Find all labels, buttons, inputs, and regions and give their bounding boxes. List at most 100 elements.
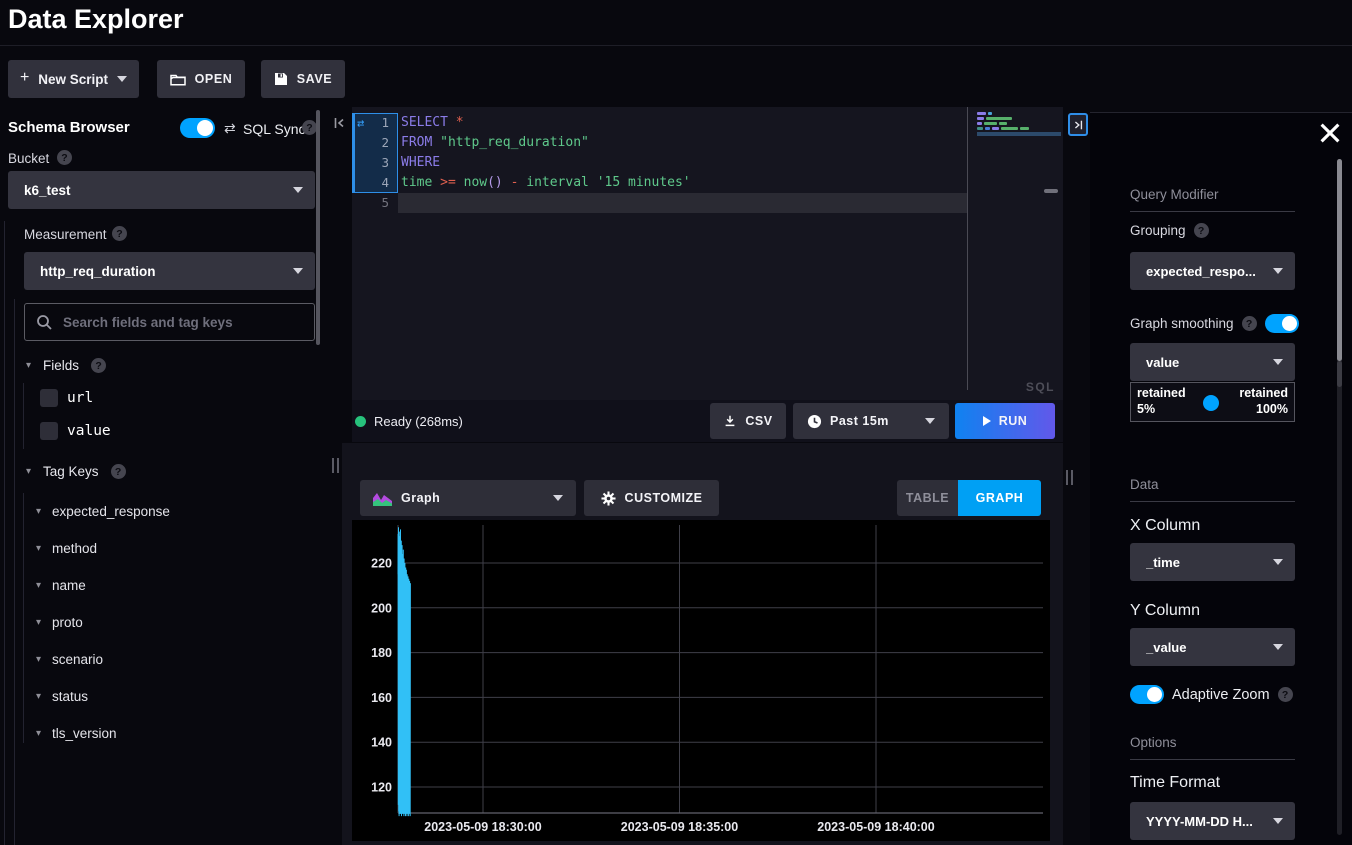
- field-item[interactable]: value: [24, 414, 111, 447]
- help-icon[interactable]: ?: [1242, 316, 1257, 331]
- adaptive-zoom-label: Adaptive Zoom: [1172, 687, 1270, 703]
- graph-view-button[interactable]: GRAPH: [958, 480, 1041, 516]
- chevron-down-icon[interactable]: ▾: [36, 617, 41, 628]
- bucket-dropdown[interactable]: k6_test: [8, 171, 315, 209]
- retained-slider-knob[interactable]: [1203, 395, 1219, 411]
- time-range-button[interactable]: Past 15m: [793, 403, 949, 439]
- data-explorer-app: Data Explorer + New Script OPEN SAVE Sch…: [0, 0, 1352, 845]
- help-icon[interactable]: ?: [1278, 687, 1293, 702]
- panel-scrollbar-thumb[interactable]: [1337, 159, 1342, 361]
- sql-sync-label: SQL Sync: [243, 121, 306, 137]
- expand-panel-button[interactable]: [1068, 113, 1088, 136]
- y-column-value: _value: [1146, 640, 1273, 655]
- play-icon: [983, 416, 991, 426]
- search-input[interactable]: [24, 303, 315, 341]
- field-checkbox[interactable]: [40, 422, 58, 440]
- chevron-down-icon: [1273, 268, 1283, 274]
- editor-code[interactable]: SELECT *FROM "http_req_duration"WHEREtim…: [398, 113, 691, 213]
- line-number: ⇄1: [352, 113, 398, 133]
- graph-smoothing-label: Graph smoothing: [1130, 316, 1234, 331]
- retained-slider: retained 5% retained 100%: [1130, 382, 1295, 422]
- svg-text:2023-05-09 18:35:00: 2023-05-09 18:35:00: [621, 820, 738, 834]
- left-splitter-handle[interactable]: [332, 458, 339, 473]
- chevron-down-icon[interactable]: ▾: [36, 543, 41, 554]
- time-format-dropdown[interactable]: YYYY-MM-DD H...: [1130, 802, 1295, 840]
- help-icon[interactable]: ?: [1194, 223, 1209, 238]
- y-column-dropdown[interactable]: _value: [1130, 628, 1295, 666]
- svg-text:120: 120: [371, 781, 392, 795]
- sql-sync-toggle[interactable]: [180, 118, 215, 138]
- chevron-down-icon[interactable]: ▾: [36, 654, 41, 665]
- y-column-label: Y Column: [1130, 602, 1295, 620]
- smoothing-column-dropdown[interactable]: value: [1130, 343, 1295, 381]
- tag-key-item[interactable]: ▾proto: [24, 604, 170, 641]
- tag-key-item[interactable]: ▾method: [24, 530, 170, 567]
- code-line[interactable]: time >= now() - interval '15 minutes': [398, 173, 691, 193]
- language-badge: SQL: [1026, 380, 1055, 394]
- minimap-separator: [967, 107, 968, 390]
- editor-gutter: ⇄12345: [352, 113, 398, 213]
- code-line[interactable]: SELECT *: [398, 113, 691, 133]
- x-column-dropdown[interactable]: _time: [1130, 543, 1295, 581]
- field-label: url: [67, 390, 93, 406]
- chevron-down-icon: [293, 187, 303, 193]
- editor-minimap[interactable]: [977, 112, 1063, 136]
- grouping-dropdown[interactable]: expected_respo...: [1130, 252, 1295, 290]
- tag-key-item[interactable]: ▾expected_response: [24, 493, 170, 530]
- new-script-button[interactable]: + New Script: [8, 60, 139, 98]
- fields-section-header[interactable]: ▾ Fields ?: [26, 358, 106, 373]
- save-label: SAVE: [297, 72, 333, 86]
- chevron-down-icon[interactable]: ▾: [36, 691, 41, 702]
- chevron-down-icon[interactable]: ▾: [36, 580, 41, 591]
- close-icon[interactable]: [1318, 121, 1342, 145]
- table-view-button[interactable]: TABLE: [897, 480, 958, 516]
- graph-canvas[interactable]: 2202001801601401202023-05-09 18:30:00202…: [352, 520, 1050, 841]
- table-label: TABLE: [906, 491, 949, 505]
- help-icon[interactable]: ?: [91, 358, 106, 373]
- tag-key-item[interactable]: ▾ status: [24, 678, 170, 715]
- chevron-down-icon[interactable]: ▾: [36, 728, 41, 739]
- help-icon[interactable]: ?: [111, 464, 126, 479]
- open-button[interactable]: OPEN: [157, 60, 245, 98]
- fields-label: Fields: [43, 358, 79, 373]
- csv-download-button[interactable]: CSV: [710, 403, 786, 439]
- chevron-down-icon[interactable]: ▾: [26, 466, 31, 477]
- chevron-down-icon[interactable]: ▾: [36, 506, 41, 517]
- chevron-down-icon[interactable]: ▾: [26, 360, 31, 371]
- sql-editor[interactable]: ⇄12345 SELECT *FROM "http_req_duration"W…: [352, 107, 1063, 400]
- help-icon[interactable]: ?: [112, 226, 127, 241]
- right-splitter-handle[interactable]: [1066, 470, 1073, 485]
- adaptive-zoom-toggle[interactable]: [1130, 685, 1164, 704]
- code-line[interactable]: WHERE: [398, 153, 691, 173]
- chevron-down-icon: [1273, 359, 1283, 365]
- code-line[interactable]: FROM "http_req_duration": [398, 133, 691, 153]
- field-item[interactable]: url: [24, 381, 111, 414]
- chevron-down-icon: [293, 268, 303, 274]
- help-icon[interactable]: ?: [302, 120, 317, 135]
- measurement-dropdown[interactable]: http_req_duration: [24, 252, 315, 290]
- save-button[interactable]: SAVE: [261, 60, 345, 98]
- run-button[interactable]: RUN: [955, 403, 1055, 439]
- line-number: 2: [352, 133, 398, 153]
- code-line[interactable]: [398, 193, 691, 213]
- expand-right-icon: [1072, 119, 1084, 131]
- help-icon[interactable]: ?: [57, 150, 72, 165]
- tag-key-item[interactable]: ▾name: [24, 567, 170, 604]
- save-icon: [274, 72, 288, 86]
- field-checkbox[interactable]: [40, 389, 58, 407]
- graph-type-dropdown[interactable]: Graph: [360, 480, 576, 516]
- tag-keys-section-header[interactable]: ▾ Tag Keys ?: [26, 464, 126, 479]
- tag-key-label: status: [52, 689, 88, 704]
- time-range-label: Past 15m: [830, 414, 889, 428]
- graph-smoothing-toggle[interactable]: [1265, 314, 1299, 333]
- sidebar-scrollbar[interactable]: [316, 110, 320, 345]
- tag-key-item[interactable]: ▾scenario: [24, 641, 170, 678]
- folder-icon: [170, 73, 186, 86]
- minimap-scroll-indicator[interactable]: [1044, 189, 1058, 193]
- customize-button[interactable]: CUSTOMIZE: [584, 480, 719, 516]
- tag-key-item[interactable]: ▾tls_version: [24, 715, 170, 752]
- graph-type-icon: [373, 491, 392, 506]
- grouping-row: Grouping ?: [1130, 223, 1295, 238]
- collapse-sidebar-icon[interactable]: [333, 116, 347, 135]
- line-number: 3: [352, 153, 398, 173]
